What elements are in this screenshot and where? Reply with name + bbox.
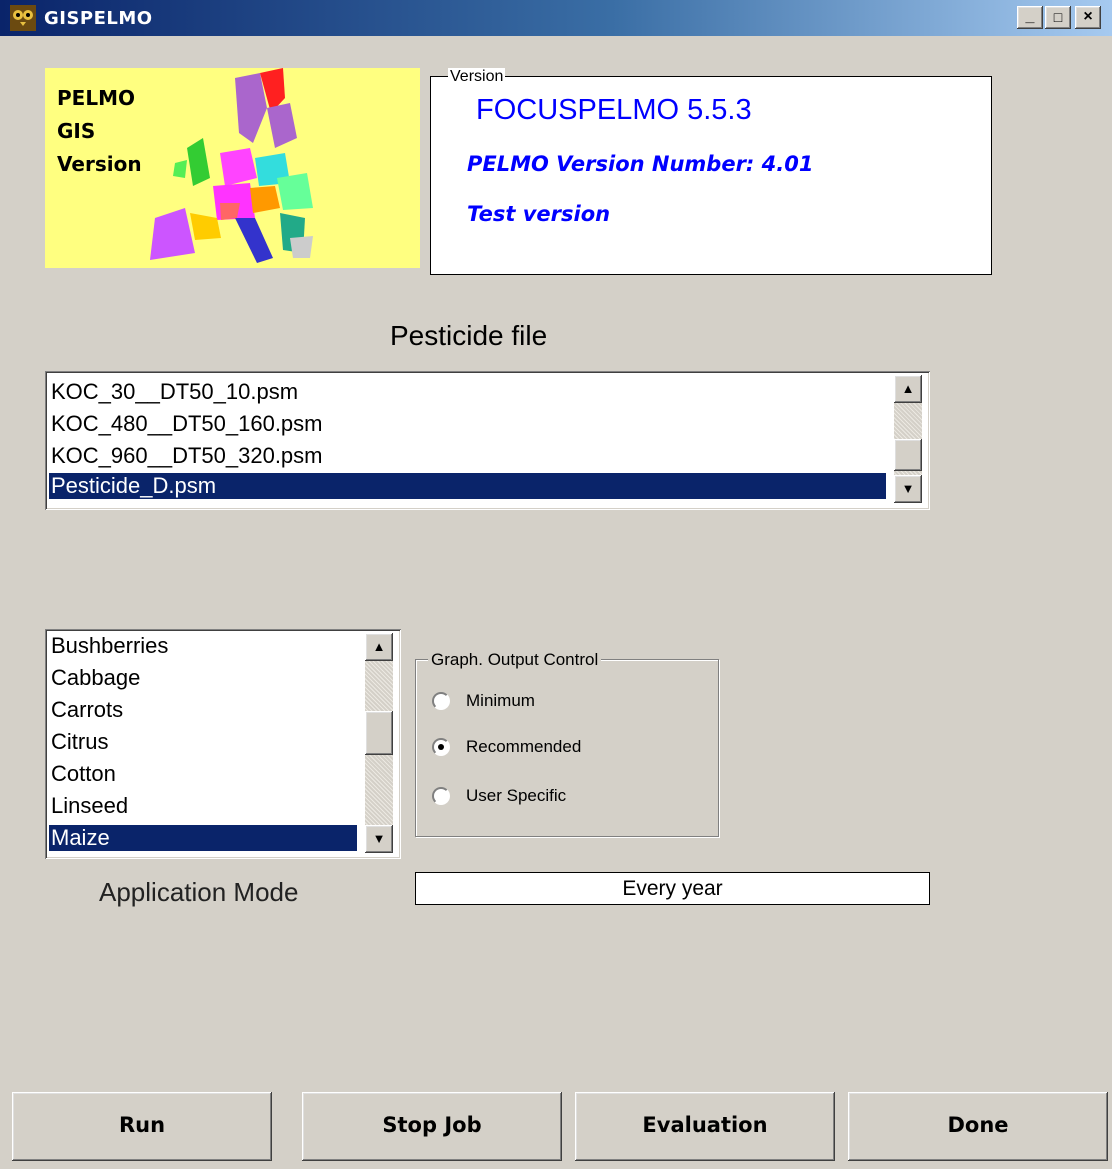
- test-version-note: Test version: [467, 202, 611, 226]
- scroll-thumb[interactable]: [894, 439, 922, 471]
- done-button[interactable]: Done: [848, 1092, 1108, 1161]
- evaluation-button[interactable]: Evaluation: [575, 1092, 835, 1161]
- scroll-down-icon[interactable]: ▼: [365, 825, 393, 853]
- list-item-selected[interactable]: Pesticide_D.psm: [49, 473, 886, 499]
- radio-button-icon[interactable]: [432, 692, 450, 710]
- logo-text: PELMO GIS Version: [57, 86, 142, 176]
- application-mode-field[interactable]: Every year: [415, 872, 930, 905]
- run-button[interactable]: Run: [12, 1092, 272, 1161]
- minimize-button[interactable]: _: [1017, 6, 1043, 29]
- application-mode-label: Application Mode: [99, 877, 299, 907]
- pelmo-logo: PELMO GIS Version: [45, 68, 420, 268]
- stop-job-button[interactable]: Stop Job: [302, 1092, 562, 1161]
- list-item[interactable]: Carrots: [49, 697, 123, 723]
- pelmo-version-number: PELMO Version Number: 4.01: [467, 152, 814, 176]
- title-bar: GISPELMO _ □ ×: [0, 0, 1112, 36]
- list-item[interactable]: KOC_480__DT50_160.psm: [49, 411, 323, 437]
- scroll-thumb[interactable]: [365, 711, 393, 755]
- product-version: FOCUSPELMO 5.5.3: [476, 94, 752, 126]
- pesticide-scrollbar[interactable]: ▲ ▼: [894, 375, 922, 503]
- list-item[interactable]: KOC_30__DT50_10.psm: [49, 379, 298, 405]
- list-item[interactable]: Linseed: [49, 793, 128, 819]
- list-item[interactable]: Cabbage: [49, 665, 140, 691]
- list-item[interactable]: Cotton: [49, 761, 116, 787]
- radio-button-checked-icon[interactable]: [432, 738, 450, 756]
- graph-output-legend: Graph. Output Control: [428, 650, 602, 670]
- crop-scrollbar[interactable]: ▲ ▼: [365, 633, 393, 853]
- pesticide-listbox[interactable]: KOC_30__DT50_10.psm KOC_480__DT50_160.ps…: [45, 371, 930, 510]
- list-item[interactable]: Citrus: [49, 729, 108, 755]
- maximize-button[interactable]: □: [1045, 6, 1071, 29]
- window-title: GISPELMO: [44, 8, 153, 29]
- close-button[interactable]: ×: [1075, 6, 1101, 29]
- radio-button-icon[interactable]: [432, 787, 450, 805]
- scroll-down-icon[interactable]: ▼: [894, 475, 922, 503]
- pesticide-heading: Pesticide file: [390, 320, 548, 351]
- scroll-up-icon[interactable]: ▲: [894, 375, 922, 403]
- scroll-up-icon[interactable]: ▲: [365, 633, 393, 661]
- list-item[interactable]: Bushberries: [49, 633, 168, 659]
- crop-listbox[interactable]: Bushberries Cabbage Carrots Citrus Cotto…: [45, 629, 401, 859]
- list-item-selected[interactable]: Maize: [49, 825, 357, 851]
- app-icon: [10, 5, 36, 31]
- version-legend: Version: [448, 68, 506, 86]
- list-item[interactable]: KOC_960__DT50_320.psm: [49, 443, 323, 469]
